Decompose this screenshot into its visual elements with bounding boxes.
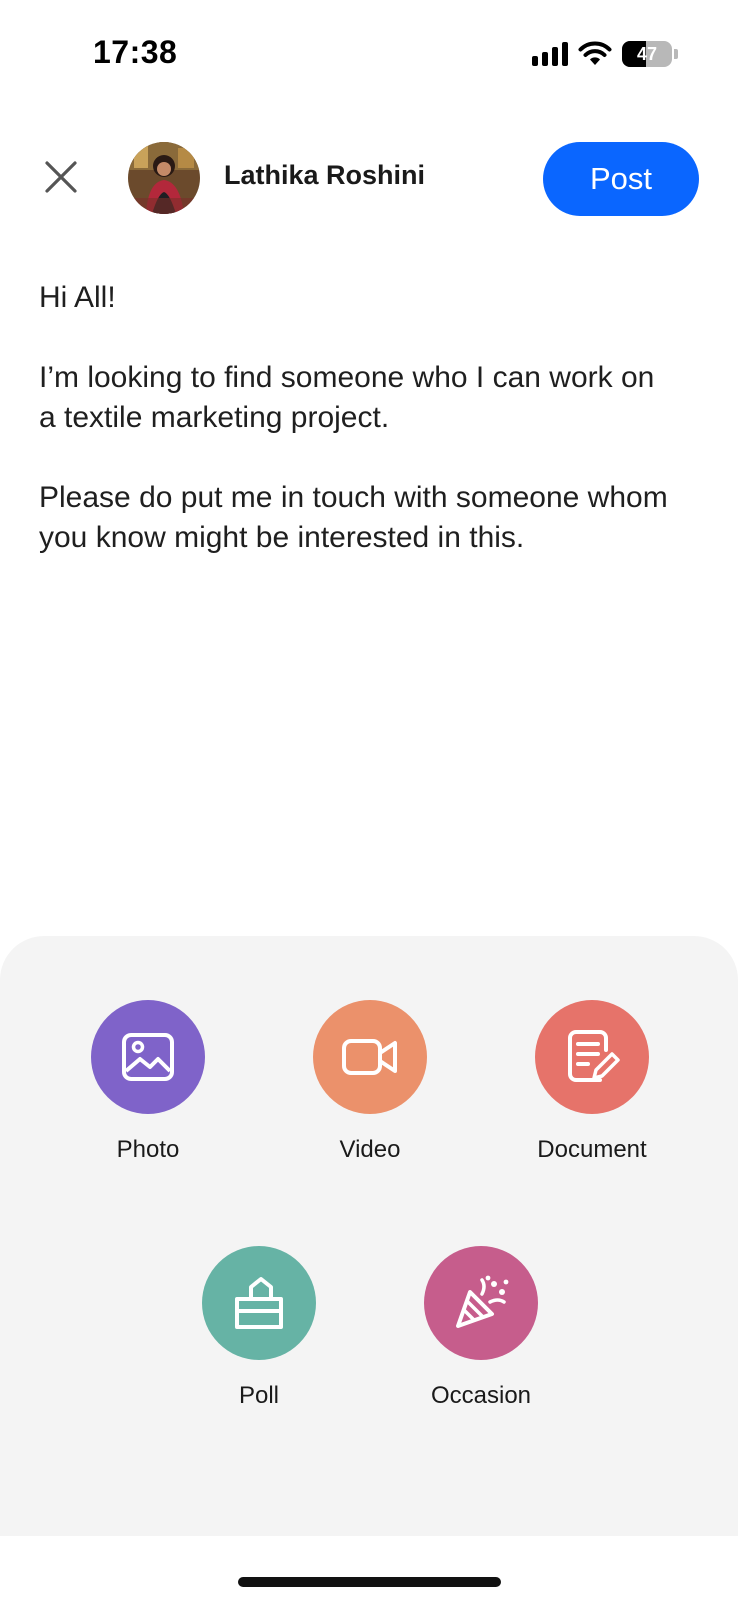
- document-option[interactable]: Document: [502, 1000, 682, 1164]
- photo-option[interactable]: Photo: [58, 1000, 238, 1164]
- attachment-sheet: Photo Video Document Poll Occasion: [0, 936, 738, 1536]
- close-icon: [45, 161, 77, 193]
- poll-option[interactable]: Poll: [169, 1246, 349, 1410]
- photo-label: Photo: [116, 1136, 180, 1163]
- status-bar: 17:38 47: [0, 0, 738, 100]
- post-text-editor[interactable]: Hi All! I’m looking to find someone who …: [39, 278, 679, 598]
- avatar[interactable]: [128, 142, 200, 214]
- document-edit-icon: [568, 1030, 620, 1082]
- compose-header: Lathika Roshini Post: [0, 140, 738, 216]
- post-paragraph: I’m looking to find someone who I can wo…: [39, 361, 655, 434]
- close-button[interactable]: [38, 154, 84, 200]
- wifi-icon: [578, 41, 612, 65]
- video-label: Video: [339, 1136, 401, 1163]
- poll-label: Poll: [238, 1382, 280, 1409]
- poll-button[interactable]: [202, 1246, 316, 1360]
- post-paragraph: Please do put me in touch with someone w…: [39, 481, 668, 554]
- video-button[interactable]: [313, 1000, 427, 1114]
- document-label: Document: [537, 1136, 647, 1163]
- photo-icon: [122, 1033, 174, 1081]
- poll-ballot-icon: [235, 1277, 283, 1329]
- author-name: Lathika Roshini: [224, 160, 426, 190]
- video-camera-icon: [342, 1039, 397, 1075]
- battery-tip: [674, 49, 678, 59]
- occasion-option[interactable]: Occasion: [391, 1246, 571, 1410]
- occasion-label: Occasion: [430, 1382, 532, 1409]
- battery-level: 47: [636, 43, 658, 64]
- video-option[interactable]: Video: [280, 1000, 460, 1164]
- photo-button[interactable]: [91, 1000, 205, 1114]
- post-button[interactable]: Post: [543, 142, 699, 216]
- battery-icon: 47: [622, 41, 672, 67]
- document-button[interactable]: [535, 1000, 649, 1114]
- status-time: 17:38: [93, 34, 178, 70]
- cellular-signal-icon: [532, 42, 568, 66]
- party-popper-icon: [456, 1275, 509, 1328]
- compose-post-screen: 17:38 47 Lathika Roshini Post Hi All! I’…: [0, 0, 738, 1600]
- home-indicator[interactable]: [238, 1577, 501, 1587]
- status-icons: 47: [532, 38, 678, 70]
- post-paragraph: Hi All!: [39, 281, 116, 314]
- occasion-button[interactable]: [424, 1246, 538, 1360]
